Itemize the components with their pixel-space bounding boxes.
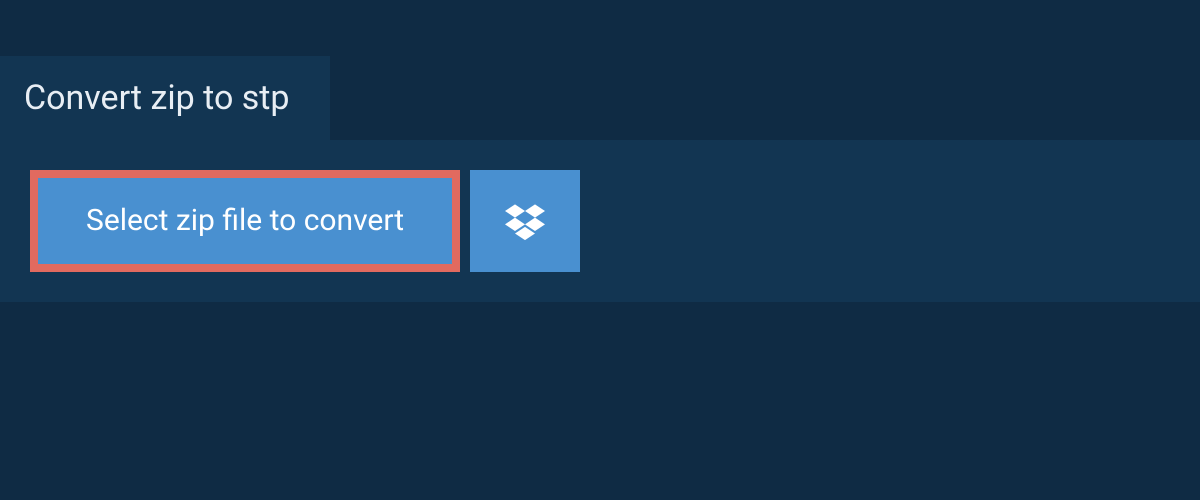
page-title: Convert zip to stp xyxy=(24,78,290,118)
dropbox-button[interactable] xyxy=(470,170,580,272)
conversion-panel: Select zip file to convert xyxy=(0,140,1200,302)
header-tab: Convert zip to stp xyxy=(0,56,330,140)
select-file-button[interactable]: Select zip file to convert xyxy=(30,170,460,272)
button-row: Select zip file to convert xyxy=(30,170,1170,272)
dropbox-icon xyxy=(505,201,545,241)
select-file-label: Select zip file to convert xyxy=(86,206,404,236)
